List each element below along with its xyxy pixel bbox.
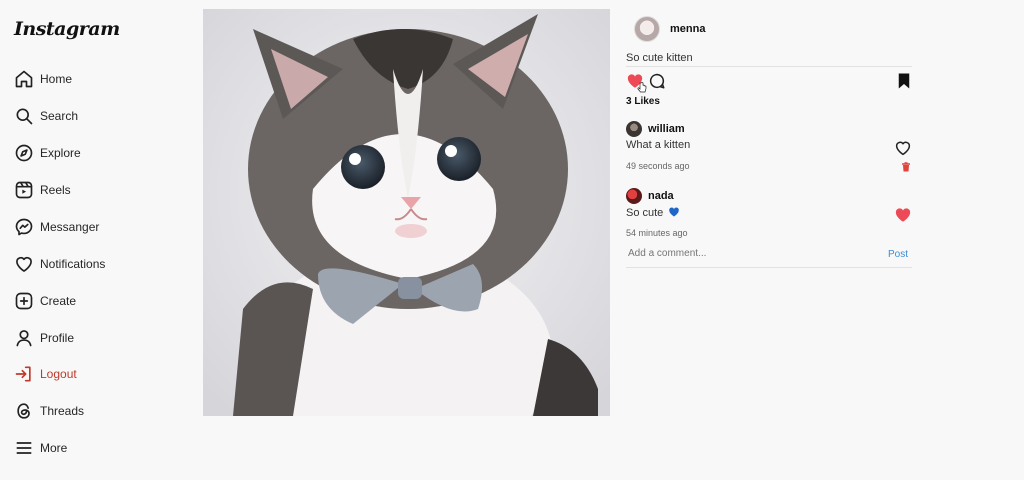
post-author[interactable]: menna bbox=[634, 16, 705, 42]
comment-text: What a kitten bbox=[626, 139, 691, 151]
comment-like-filled-heart-icon[interactable] bbox=[894, 206, 912, 224]
sidebar-item-threads[interactable]: Threads bbox=[14, 399, 84, 423]
post-comment-button[interactable]: Post bbox=[888, 249, 908, 260]
instagram-logo[interactable]: Instagram bbox=[14, 18, 120, 40]
sidebar-item-search[interactable]: Search bbox=[14, 104, 78, 128]
comment-user[interactable]: william bbox=[626, 121, 912, 137]
sidebar-item-create[interactable]: Create bbox=[14, 289, 76, 313]
sidebar-item-label: Messanger bbox=[40, 220, 100, 234]
sidebar-item-label: More bbox=[40, 441, 68, 455]
post-image[interactable] bbox=[203, 9, 610, 416]
sidebar-item-label: Notifications bbox=[40, 257, 106, 271]
cursor-hand-icon bbox=[637, 82, 647, 93]
sidebar-item-label: Reels bbox=[40, 183, 71, 197]
comment-username[interactable]: nada bbox=[648, 190, 674, 202]
sidebar-item-label: Search bbox=[40, 109, 79, 123]
logout-icon bbox=[15, 366, 31, 382]
compass-icon bbox=[15, 144, 33, 162]
comment-text: So cute bbox=[626, 207, 664, 219]
sidebar-item-more[interactable]: More bbox=[14, 436, 67, 460]
likes-count[interactable]: 3 Likes bbox=[626, 96, 660, 107]
messenger-icon bbox=[15, 218, 33, 236]
sidebar-item-label: Create bbox=[40, 294, 77, 308]
blue-heart-emoji-icon bbox=[669, 207, 680, 217]
delete-trash-icon[interactable] bbox=[900, 161, 912, 173]
comment-icon[interactable] bbox=[648, 72, 666, 90]
comment-text-wrap: So cute bbox=[626, 206, 680, 219]
heart-icon bbox=[16, 256, 32, 272]
sidebar-item-messanger[interactable]: Messanger bbox=[14, 215, 99, 239]
user-icon bbox=[16, 330, 32, 347]
kitten-photo bbox=[203, 9, 610, 416]
comment-timestamp: 54 minutes ago bbox=[626, 228, 688, 238]
sidebar-item-label: Home bbox=[40, 72, 73, 86]
sidebar-item-profile[interactable]: Profile bbox=[14, 326, 74, 350]
sidebar-item-explore[interactable]: Explore bbox=[14, 141, 81, 165]
reels-icon bbox=[15, 181, 33, 199]
sidebar-item-label: Explore bbox=[40, 146, 81, 160]
sidebar-item-home[interactable]: Home bbox=[14, 67, 72, 91]
avatar[interactable] bbox=[626, 121, 642, 137]
sidebar-item-label: Logout bbox=[40, 367, 77, 381]
divider bbox=[626, 66, 912, 67]
sidebar-item-notifications[interactable]: Notifications bbox=[14, 252, 105, 276]
avatar[interactable] bbox=[634, 16, 660, 42]
comment-username[interactable]: william bbox=[648, 123, 685, 135]
add-comment-input[interactable] bbox=[628, 248, 868, 259]
plus-square-icon bbox=[15, 292, 33, 310]
comment-timestamp: 49 seconds ago bbox=[626, 161, 690, 171]
post-actions bbox=[626, 72, 912, 93]
sidebar-item-reels[interactable]: Reels bbox=[14, 178, 71, 202]
comment-item: nada So cute 54 minutes ago bbox=[626, 188, 912, 238]
author-username[interactable]: menna bbox=[670, 23, 705, 35]
comment-item: william What a kitten 49 seconds ago bbox=[626, 121, 912, 172]
comment-like-heart-icon[interactable] bbox=[894, 139, 912, 157]
sidebar-item-label: Profile bbox=[40, 331, 75, 345]
sidebar: Instagram Home Search Explore Reels Mess… bbox=[0, 0, 190, 480]
sidebar-item-label: Threads bbox=[40, 404, 85, 418]
threads-icon bbox=[17, 403, 30, 419]
sidebar-item-logout[interactable]: Logout bbox=[14, 362, 77, 386]
post-caption: So cute kitten bbox=[626, 52, 693, 64]
comment-user[interactable]: nada bbox=[626, 188, 912, 204]
home-icon bbox=[15, 70, 33, 88]
avatar[interactable] bbox=[626, 188, 642, 204]
search-icon bbox=[16, 108, 33, 125]
divider bbox=[626, 267, 912, 268]
menu-icon bbox=[16, 442, 32, 454]
bookmark-icon[interactable] bbox=[896, 72, 912, 90]
